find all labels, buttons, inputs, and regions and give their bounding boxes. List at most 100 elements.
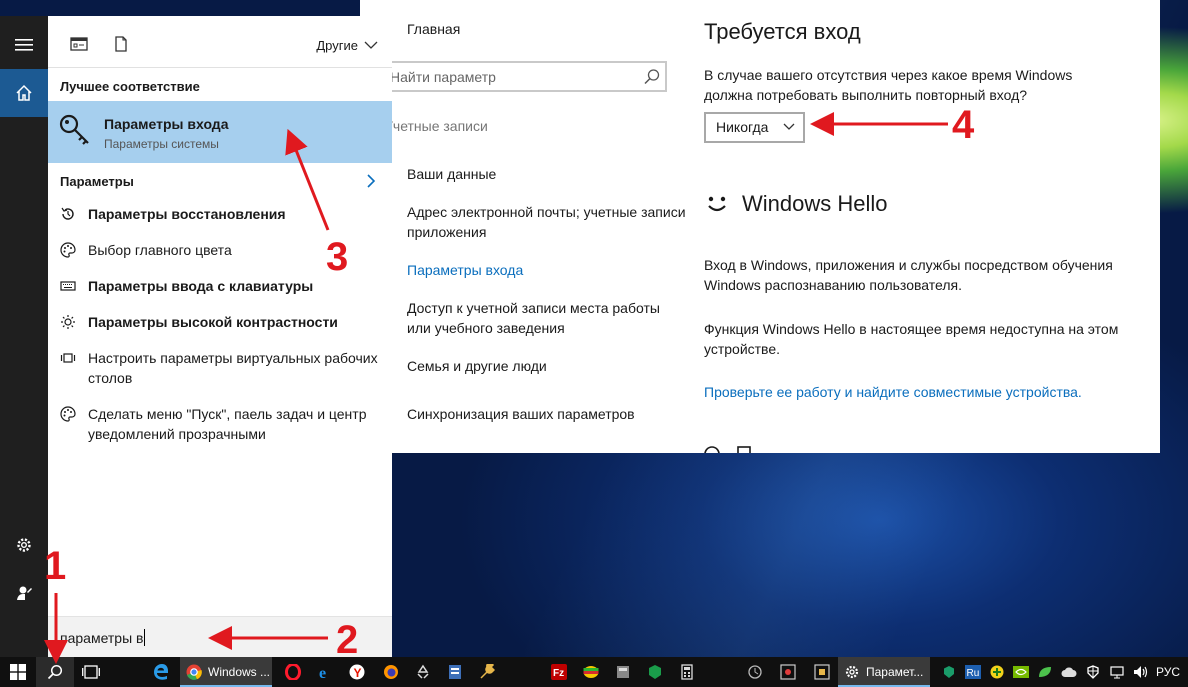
hello-description: Вход в Windows, приложения и службы поср… <box>704 257 1113 293</box>
other-filters-dropdown[interactable]: Другие <box>316 38 378 53</box>
tray-icon[interactable]: Ru <box>962 657 984 687</box>
settings-search-box[interactable] <box>380 61 667 92</box>
dropdown-value: Никогда <box>716 119 769 135</box>
chrome-icon <box>186 664 202 680</box>
chevron-down-icon <box>364 41 378 49</box>
settings-taskbar-item[interactable]: Парамет... <box>838 657 930 687</box>
tray-icon[interactable] <box>1082 657 1104 687</box>
opera-button[interactable] <box>280 657 306 687</box>
leaf-tray-icon <box>1039 667 1051 677</box>
palette-icon <box>60 242 76 258</box>
archive-app-icon <box>617 666 629 678</box>
svg-text:Ru: Ru <box>967 668 980 679</box>
app-button[interactable] <box>744 657 766 687</box>
recycle-app-icon <box>417 664 429 679</box>
page-title: Требуется вход <box>704 19 861 44</box>
nav-item-sync[interactable]: Синхронизация ваших параметров <box>407 404 687 424</box>
volume-button[interactable] <box>1130 657 1152 687</box>
annotation-number-2: 2 <box>336 618 359 662</box>
chrome-taskbar-item[interactable]: Windows ... <box>180 657 272 687</box>
best-match-heading: Лучшее соответствие <box>60 79 200 94</box>
search-icon[interactable] <box>643 68 661 86</box>
search-result-item[interactable]: Параметры высокой контрастности <box>60 312 380 332</box>
media-app-icon <box>814 664 830 680</box>
best-match-item[interactable]: Параметры входа Параметры системы <box>48 101 392 163</box>
calculator-button[interactable] <box>674 657 700 687</box>
tray-icon[interactable] <box>938 657 960 687</box>
apps-filter-icon[interactable] <box>70 36 88 52</box>
network-tray-icon <box>1110 666 1124 679</box>
taskbar-search-button[interactable] <box>36 657 74 687</box>
result-text: Настроить параметры виртуальных рабочих … <box>88 350 378 386</box>
chevron-right-icon[interactable] <box>366 173 376 189</box>
hamburger-menu-button[interactable] <box>0 21 48 69</box>
firefox-button[interactable] <box>378 657 404 687</box>
task-view-button[interactable] <box>74 657 108 687</box>
app-button[interactable] <box>442 657 468 687</box>
home-button[interactable] <box>0 69 48 117</box>
ie-button[interactable]: e <box>312 657 338 687</box>
nav-item-email-accounts[interactable]: Адрес электронной почты; учетные записи … <box>407 202 687 242</box>
nav-item-your-info[interactable]: Ваши данные <box>407 164 687 184</box>
chevron-down-icon <box>783 123 795 130</box>
app-button[interactable] <box>776 657 800 687</box>
search-filter-bar: Другие <box>48 16 392 68</box>
smiley-icon <box>708 196 726 212</box>
nav-item-work-access[interactable]: Доступ к учетной записи места работы или… <box>407 298 687 338</box>
start-button[interactable] <box>0 657 36 687</box>
app-button[interactable] <box>642 657 668 687</box>
svg-text:Fz: Fz <box>553 668 564 679</box>
app-button[interactable] <box>410 657 436 687</box>
require-signin-dropdown[interactable]: Никогда <box>704 112 805 143</box>
settings-window: Главная Учетные записи Ваши данные Адрес… <box>360 0 1160 453</box>
tray-icon[interactable] <box>1034 657 1056 687</box>
shield-app-icon <box>649 665 661 679</box>
edge-icon <box>154 664 168 680</box>
internet-explorer-icon: e <box>319 665 326 680</box>
app-button[interactable] <box>474 657 500 687</box>
app-button[interactable] <box>610 657 636 687</box>
windows-logo-icon <box>10 664 26 680</box>
input-language-indicator[interactable]: РУС <box>1156 665 1180 679</box>
home-icon <box>16 84 32 101</box>
settings-search-input[interactable] <box>382 63 632 90</box>
app-button[interactable] <box>578 657 604 687</box>
search-query[interactable]: параметры в <box>60 629 146 646</box>
ru-tray-icon: Ru <box>965 665 981 679</box>
search-result-item[interactable]: Сделать меню "Пуск", паель задач и центр… <box>60 404 380 444</box>
nav-home-link[interactable]: Главная <box>407 21 460 37</box>
feedback-button[interactable] <box>0 569 48 617</box>
calculator-icon <box>681 664 693 680</box>
edge-button[interactable] <box>146 657 176 687</box>
camera-app-icon <box>780 664 796 680</box>
search-result-item[interactable]: Параметры восстановления <box>60 204 380 224</box>
nav-item-family[interactable]: Семья и другие люди <box>407 356 687 376</box>
nav-item-sign-in-options[interactable]: Параметры входа <box>407 260 687 280</box>
hello-compatible-link[interactable]: Проверьте ее работу и найдите совместимы… <box>704 384 1082 400</box>
yandex-icon: Y <box>349 664 365 680</box>
search-result-item[interactable]: Настроить параметры виртуальных рабочих … <box>60 348 380 388</box>
tray-icon[interactable] <box>1106 657 1128 687</box>
chrome-taskbar-label: Windows ... <box>208 665 271 679</box>
annotation-number-1: 1 <box>44 544 67 588</box>
annotation-number-4: 4 <box>952 103 975 147</box>
filezilla-button[interactable]: Fz <box>546 657 572 687</box>
app-button[interactable] <box>810 657 834 687</box>
nvidia-tray-icon <box>1013 666 1029 678</box>
windows-hello-title: Windows Hello <box>742 191 888 216</box>
best-match-subtitle: Параметры системы <box>104 137 219 151</box>
plus-tray-icon <box>990 665 1004 679</box>
settings-button[interactable] <box>0 521 48 569</box>
tray-icon[interactable] <box>986 657 1008 687</box>
tray-icon[interactable] <box>1058 657 1080 687</box>
hamburger-icon <box>15 39 33 51</box>
settings-results-heading: Параметры <box>60 174 134 189</box>
tools-app-icon <box>480 664 495 679</box>
documents-filter-icon[interactable] <box>112 36 130 52</box>
restore-icon <box>61 207 74 220</box>
best-match-name: Параметры входа <box>104 116 229 132</box>
result-text: Параметры восстановления <box>88 206 286 222</box>
require-question: В случае вашего отсутствия через какое в… <box>704 67 1073 103</box>
search-result-item[interactable]: Параметры ввода с клавиатуры <box>60 276 380 296</box>
tray-icon[interactable] <box>1010 657 1032 687</box>
